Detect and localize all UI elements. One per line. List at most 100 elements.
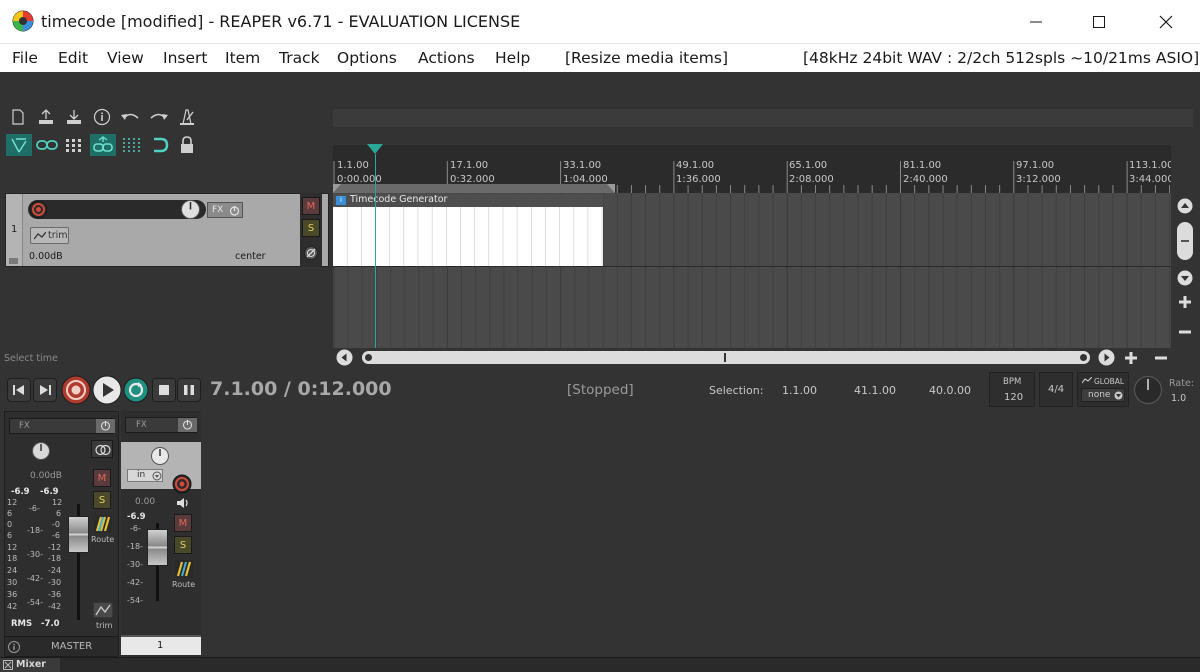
- track-pan-knob[interactable]: [150, 446, 170, 466]
- record-button[interactable]: [61, 375, 91, 405]
- play-button[interactable]: [92, 375, 122, 405]
- zoom-in-vertical-icon[interactable]: [1177, 294, 1193, 310]
- master-fader-handle[interactable]: [68, 516, 89, 553]
- menu-actions[interactable]: Actions: [418, 49, 475, 67]
- power-icon[interactable]: [229, 205, 240, 216]
- transport-position[interactable]: 7.1.00 / 0:12.000: [210, 378, 392, 400]
- item-grouping-button[interactable]: [34, 134, 60, 156]
- master-fx-bypass[interactable]: [96, 419, 115, 433]
- scroll-left-icon[interactable]: [336, 349, 353, 366]
- menu-insert[interactable]: Insert: [163, 49, 207, 67]
- media-item-header[interactable]: i Timecode Generator: [333, 194, 603, 207]
- zoom-in-horizontal-icon[interactable]: [1123, 350, 1139, 366]
- maximize-button[interactable]: [1066, 0, 1132, 44]
- track-input-select[interactable]: in: [127, 469, 163, 482]
- menu-track[interactable]: Track: [279, 49, 320, 67]
- selection-start-handle-icon[interactable]: [333, 184, 341, 193]
- menu-help[interactable]: Help: [495, 49, 530, 67]
- info-icon[interactable]: [8, 641, 20, 653]
- record-arm-button[interactable]: [29, 200, 48, 219]
- fx-button[interactable]: FX: [207, 202, 243, 218]
- ruler-bar-label: 1.1.00: [337, 160, 369, 171]
- time-signature: 4/4: [1048, 384, 1065, 395]
- redo-button[interactable]: [148, 106, 170, 128]
- solo-button[interactable]: S: [302, 219, 320, 237]
- menu-edit[interactable]: Edit: [58, 49, 88, 67]
- selection-start[interactable]: 1.1.00: [782, 384, 817, 397]
- master-mute-button[interactable]: M: [93, 469, 111, 487]
- playrate-knob[interactable]: [1133, 375, 1163, 405]
- global-automation-field[interactable]: GLOBAL none: [1077, 372, 1129, 407]
- scroll-up-icon[interactable]: [1177, 198, 1193, 214]
- phase-icon[interactable]: [303, 245, 319, 261]
- open-project-button[interactable]: [35, 106, 57, 128]
- master-mono-stereo-button[interactable]: [91, 440, 113, 458]
- menu-item[interactable]: Item: [225, 49, 260, 67]
- vertical-scrollbar-thumb[interactable]: [1177, 222, 1193, 260]
- envelope-points-button[interactable]: [90, 134, 116, 156]
- volume-knob[interactable]: [180, 199, 201, 220]
- horizontal-scrollbar[interactable]: [362, 351, 1090, 364]
- meter-tick: -6-: [130, 524, 141, 533]
- route-icon[interactable]: [175, 560, 193, 578]
- project-settings-button[interactable]: [91, 106, 113, 128]
- master-pan-knob[interactable]: [31, 441, 51, 461]
- locking-button[interactable]: [147, 134, 173, 156]
- close-tab-icon[interactable]: [3, 660, 13, 670]
- audio-device-status[interactable]: [48kHz 24bit WAV : 2/2ch 512spls ~10/21m…: [803, 49, 1199, 67]
- zoom-out-vertical-icon[interactable]: [1177, 324, 1193, 340]
- info-icon: [93, 108, 111, 126]
- close-button[interactable]: [1133, 0, 1199, 44]
- folder-icon[interactable]: [9, 257, 18, 264]
- selection-end-handle-icon[interactable]: [607, 184, 615, 193]
- minimize-button[interactable]: [1003, 0, 1069, 44]
- menu-view[interactable]: View: [107, 49, 144, 67]
- timeline-ruler[interactable]: 1.1.00 0:00.000 17.1.00 0:32.000 33.1.00…: [333, 145, 1171, 193]
- track-fx-button[interactable]: FX: [125, 417, 197, 433]
- grid-button[interactable]: [63, 134, 85, 156]
- track-name-field[interactable]: 1: [121, 635, 201, 655]
- automation-mode-button[interactable]: trim: [30, 227, 69, 244]
- go-to-start-button[interactable]: [7, 378, 31, 402]
- menu-options[interactable]: Options: [337, 49, 397, 67]
- master-fx-button[interactable]: FX: [9, 418, 115, 434]
- master-name-field[interactable]: MASTER: [5, 636, 118, 656]
- scroll-right-icon[interactable]: [1098, 349, 1115, 366]
- repeat-button[interactable]: [123, 377, 149, 403]
- pause-button[interactable]: [177, 378, 201, 402]
- zoom-out-horizontal-icon[interactable]: [1153, 350, 1169, 366]
- playhead-cursor[interactable]: [375, 154, 376, 348]
- media-item[interactable]: i Timecode Generator: [333, 194, 603, 266]
- master-automation-icon[interactable]: [93, 602, 113, 618]
- track-record-arm-button[interactable]: [172, 474, 192, 494]
- menu-file[interactable]: File: [12, 49, 38, 67]
- mute-button[interactable]: M: [302, 197, 320, 215]
- selection-end[interactable]: 41.1.00: [854, 384, 896, 397]
- global-automation-select[interactable]: none: [1081, 388, 1125, 402]
- scroll-down-icon[interactable]: [1177, 270, 1193, 286]
- bpm-field[interactable]: BPM 120: [989, 372, 1035, 407]
- lock-button[interactable]: [176, 134, 198, 156]
- track-number-strip[interactable]: 1: [6, 194, 23, 266]
- undo-button[interactable]: [119, 106, 141, 128]
- metronome-button[interactable]: [176, 106, 198, 128]
- horizontal-scrollbar-thumb[interactable]: [362, 351, 1090, 364]
- track-fx-bypass[interactable]: [178, 418, 197, 432]
- track-solo-button[interactable]: S: [174, 536, 192, 554]
- track-fader-handle[interactable]: [147, 529, 168, 566]
- new-project-button[interactable]: [7, 106, 29, 128]
- selection-length[interactable]: 40.0.00: [929, 384, 971, 397]
- mixer-tab[interactable]: Mixer: [0, 658, 60, 672]
- go-to-end-button[interactable]: [33, 378, 57, 402]
- master-name: MASTER: [51, 641, 93, 652]
- time-signature-field[interactable]: 4/4: [1039, 372, 1073, 407]
- stop-button[interactable]: [152, 378, 176, 402]
- snap-button[interactable]: [119, 134, 145, 156]
- item-info-badge[interactable]: i: [336, 196, 346, 205]
- ripple-edit-button[interactable]: [6, 134, 32, 156]
- route-icon[interactable]: [94, 515, 112, 533]
- speaker-icon[interactable]: [176, 497, 190, 509]
- save-project-button[interactable]: [63, 106, 85, 128]
- master-solo-button[interactable]: S: [93, 491, 111, 509]
- track-mute-button[interactable]: M: [174, 514, 192, 532]
